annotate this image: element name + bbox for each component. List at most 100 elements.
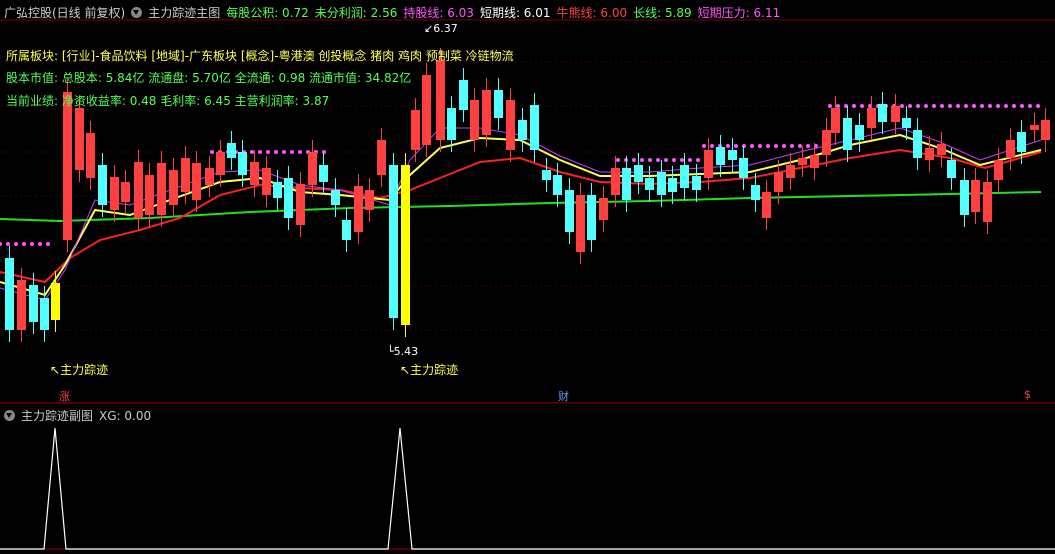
candle-body xyxy=(530,105,539,150)
candle-body xyxy=(422,75,431,145)
candle-body xyxy=(331,190,340,205)
candle-body xyxy=(971,180,980,212)
candle-body xyxy=(553,175,562,195)
candle-body xyxy=(867,108,876,128)
pressure-dot xyxy=(632,158,636,162)
pressure-dot xyxy=(210,150,214,154)
candle-body xyxy=(494,90,503,118)
event-tag-dollar[interactable]: $ xyxy=(1022,388,1033,401)
pressure-dot xyxy=(6,242,10,246)
pressure-dot xyxy=(908,104,912,108)
candle-body xyxy=(157,163,166,215)
sub-xg-value: XG: 0.00 xyxy=(99,408,152,423)
candle-body xyxy=(843,118,852,150)
candle-body xyxy=(401,165,410,325)
pressure-dot xyxy=(940,104,944,108)
signal-line xyxy=(0,427,1055,550)
event-tag-up[interactable]: 涨 xyxy=(57,388,72,404)
pressure-dot xyxy=(924,104,928,108)
high-marker: ↙6.37 xyxy=(424,22,458,35)
pressure-dot xyxy=(996,104,1000,108)
stock-title[interactable]: 广弘控股(日线 前复权) xyxy=(4,4,125,21)
pressure-dot xyxy=(828,104,832,108)
candle-body xyxy=(238,152,247,175)
high-value: 6.37 xyxy=(433,22,458,35)
hold-thin-line xyxy=(0,127,1042,301)
candle-body xyxy=(110,177,119,210)
candle-body xyxy=(994,160,1003,180)
pressure-dot xyxy=(726,144,730,148)
pressure-dot xyxy=(688,158,692,162)
pressure-dot xyxy=(790,144,794,148)
candle-body xyxy=(716,147,725,165)
pressure-dot xyxy=(758,144,762,148)
candle-body xyxy=(692,176,701,190)
candle-body xyxy=(63,92,72,240)
pressure-dot xyxy=(956,104,960,108)
sector-info: 所属板块: [行业]-食品饮料 [地域]-广东板块 [概念]-粤港澳 创投概念 … xyxy=(6,49,514,63)
candle-body xyxy=(459,80,468,110)
candle-body xyxy=(227,143,236,158)
indicator-name[interactable]: 主力踪迹主图 xyxy=(148,4,220,21)
indicator-value-hold: 持股线: 6.03 xyxy=(403,6,474,20)
candle-body xyxy=(960,180,969,215)
dropdown-icon[interactable] xyxy=(131,7,143,18)
candle-body xyxy=(250,162,259,185)
candle-body xyxy=(17,280,26,330)
candle-body xyxy=(1041,120,1050,140)
pressure-dot xyxy=(782,144,786,148)
pressure-dot xyxy=(836,104,840,108)
candle-body xyxy=(587,195,596,240)
pressure-dot xyxy=(274,150,278,154)
pressure-dot xyxy=(1004,104,1008,108)
pressure-dot xyxy=(806,144,810,148)
pressure-dot xyxy=(656,158,660,162)
candle-body xyxy=(377,140,386,175)
pressure-dot xyxy=(710,144,714,148)
candle-body xyxy=(774,172,783,192)
sub-title[interactable]: 主力踪迹副图 xyxy=(21,407,93,424)
candle-body xyxy=(913,130,922,158)
pressure-dot xyxy=(964,104,968,108)
candle-body xyxy=(86,133,95,178)
bull-line xyxy=(0,148,1042,284)
candle-body xyxy=(937,144,946,155)
indicator-value-bull: 牛熊线: 6.00 xyxy=(556,6,628,20)
pressure-dot xyxy=(900,104,904,108)
candle-body xyxy=(762,192,771,218)
candle-body xyxy=(29,285,38,322)
candle-body xyxy=(482,90,491,135)
candle-body xyxy=(365,190,374,210)
candle-body xyxy=(75,108,84,170)
low-marker: └5.43 xyxy=(387,345,419,358)
candle-body xyxy=(657,172,666,195)
pressure-dot xyxy=(640,158,644,162)
candle-body xyxy=(192,163,201,200)
candle-body xyxy=(645,178,654,190)
candle-body xyxy=(436,60,445,140)
pressure-dot xyxy=(852,104,856,108)
candle-body xyxy=(1006,140,1015,158)
candle-body xyxy=(354,186,363,232)
candle-body xyxy=(983,182,992,222)
dropdown-icon[interactable] xyxy=(4,410,15,421)
candle-body xyxy=(518,120,527,140)
candle-body xyxy=(822,130,831,155)
candle-body xyxy=(751,185,760,200)
indicator-value-reserve: 每股公积: 0.72 xyxy=(226,6,309,20)
candle-body xyxy=(51,283,60,320)
indicator-value-long: 长线: 5.89 xyxy=(633,6,692,20)
low-value: 5.43 xyxy=(393,345,419,358)
candle-body xyxy=(925,148,934,160)
performance-info: 当前业绩: 净资收益率: 0.48 毛利率: 6.45 主营利润率: 3.87 xyxy=(6,94,330,108)
candle-body xyxy=(284,178,293,218)
candle-body xyxy=(786,165,795,178)
pressure-dot xyxy=(250,150,254,154)
pressure-dot xyxy=(948,104,952,108)
chart-header: 广弘控股(日线 前复权) 主力踪迹主图 每股公积: 0.72 未分利润: 2.5… xyxy=(4,4,780,21)
candle-body xyxy=(611,168,620,195)
candle-body xyxy=(634,165,643,182)
pressure-dot xyxy=(22,242,26,246)
event-tag-finance[interactable]: 财 xyxy=(556,388,571,404)
pressure-dot xyxy=(648,158,652,162)
